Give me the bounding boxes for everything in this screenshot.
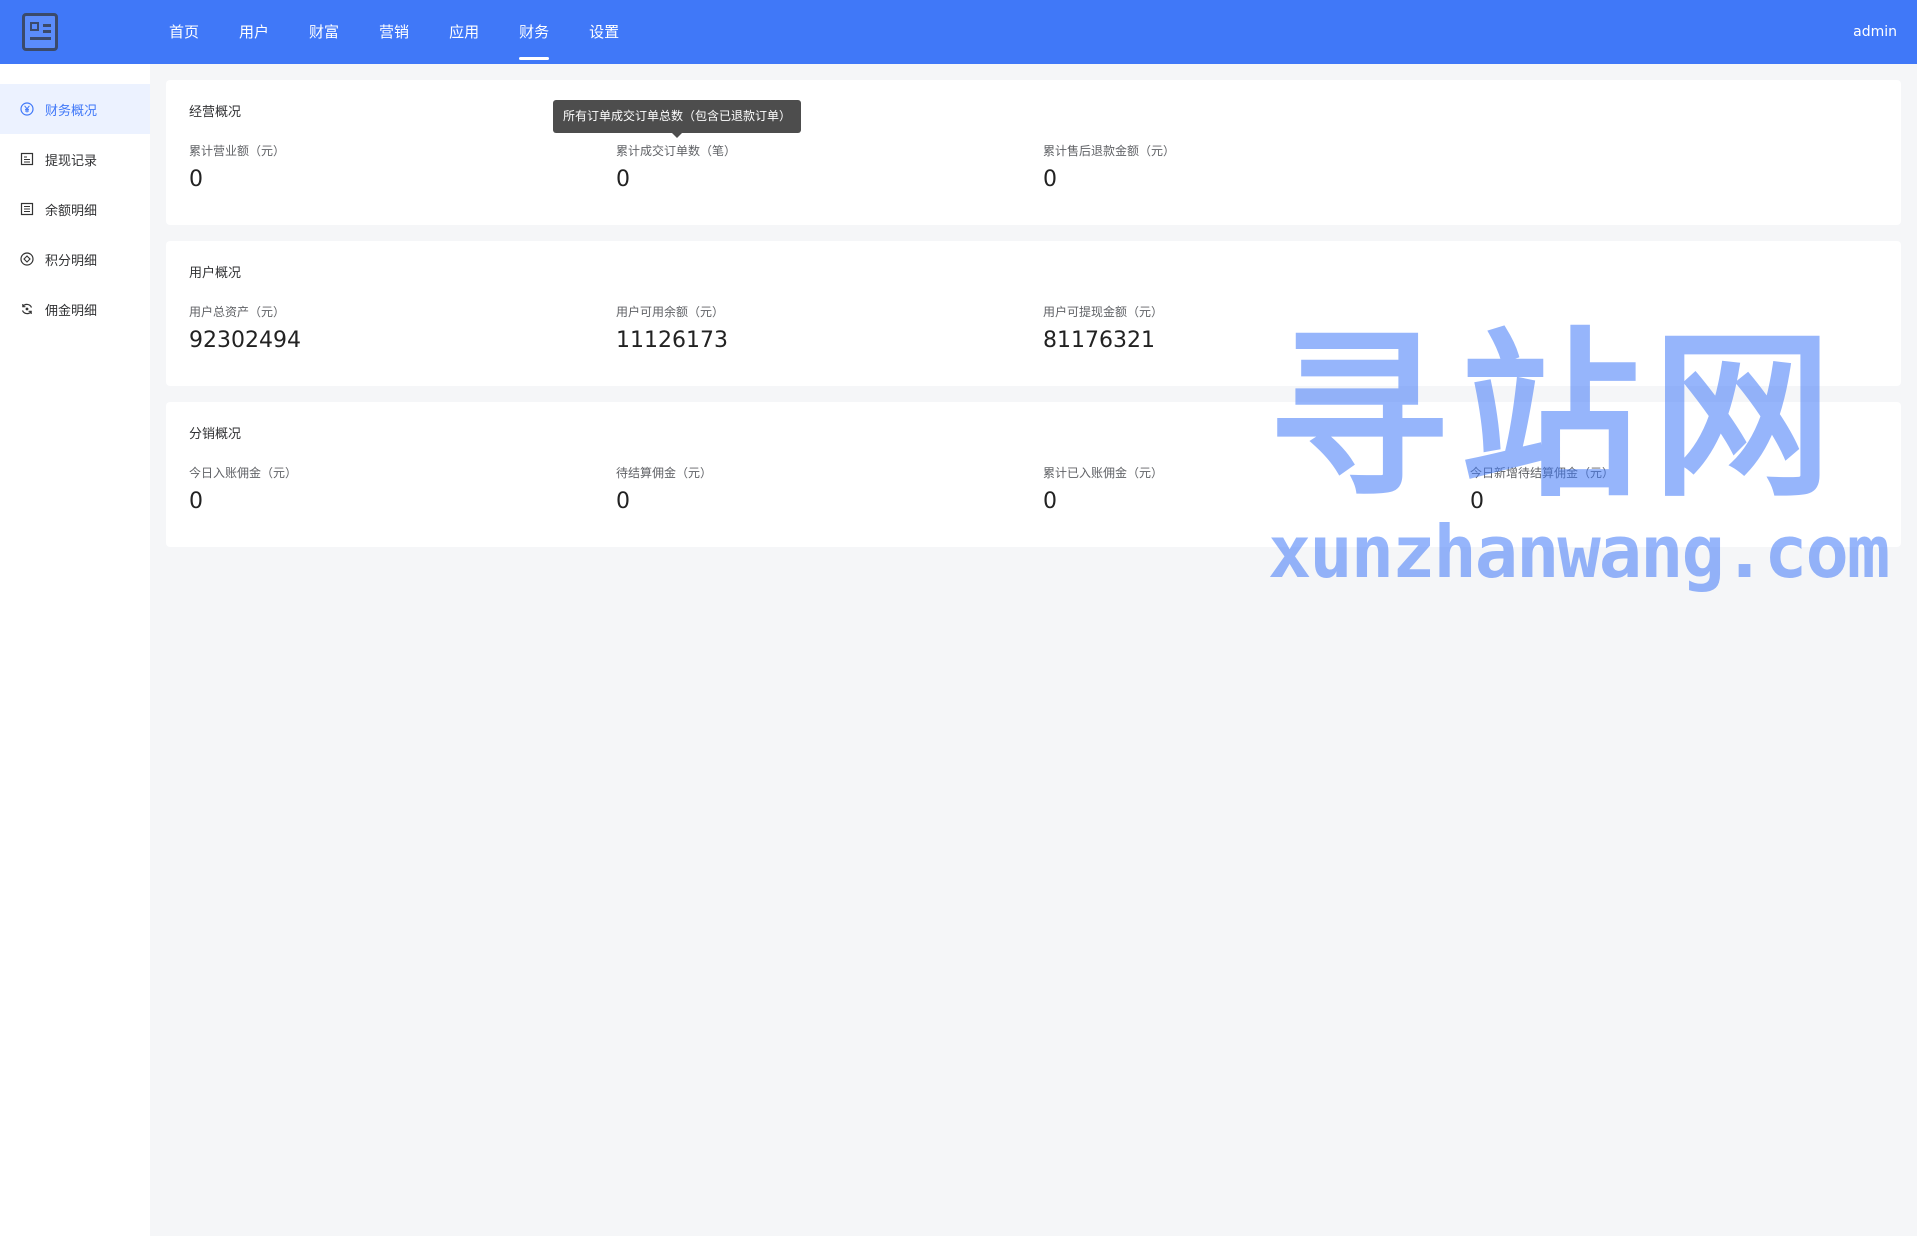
stat-label: 用户可提现金额（元） [1043, 305, 1164, 319]
nav-item-settings[interactable]: 设置 [589, 0, 619, 64]
stat-value: 81176321 [1043, 328, 1155, 353]
sidebar-item-label: 财务概况 [45, 103, 98, 119]
stat-total-orders[interactable]: 累计成交订单数（笔） 0 [616, 143, 736, 193]
stat-total-commission: 累计已入账佣金（元） 0 [1043, 465, 1163, 515]
sidebar: 财务概况 提现记录 余额明细 积分明细 佣金明细 [0, 64, 150, 1236]
card-title: 经营概况 [189, 105, 242, 120]
stat-pending-commission: 待结算佣金（元） 0 [616, 465, 712, 515]
stat-label: 用户总资产（元） [189, 305, 286, 319]
sidebar-item-withdraw-records[interactable]: 提现记录 [0, 134, 150, 184]
stat-value: 0 [1043, 167, 1057, 192]
nav-item-wealth[interactable]: 财富 [309, 0, 339, 64]
stat-label: 累计成交订单数（笔） [616, 144, 737, 158]
sidebar-item-label: 提现记录 [45, 153, 98, 169]
nav-item-apps[interactable]: 应用 [449, 0, 479, 64]
list-icon [20, 202, 34, 216]
sidebar-item-balance-details[interactable]: 余额明细 [0, 184, 150, 234]
stat-value: 0 [616, 167, 630, 192]
user-menu[interactable]: admin [1853, 0, 1897, 64]
stat-label: 累计营业额（元） [189, 144, 286, 158]
stat-value: 11126173 [616, 328, 728, 353]
sidebar-item-finance-overview[interactable]: 财务概况 [0, 84, 150, 134]
stat-label: 累计售后退款金额（元） [1043, 144, 1176, 158]
watermark-cn: 寻站网 [1268, 313, 1845, 522]
order-count-tooltip: 所有订单成交订单总数（包含已退款订单） [553, 100, 802, 138]
sidebar-item-label: 积分明细 [45, 253, 98, 269]
stat-user-withdrawable: 用户可提现金额（元） 81176321 [1043, 304, 1163, 354]
stat-value: 0 [189, 167, 203, 192]
stat-today-commission: 今日入账佣金（元） 0 [189, 465, 297, 515]
stat-value: 0 [189, 489, 203, 514]
points-icon [20, 252, 34, 266]
stat-user-available-balance: 用户可用余额（元） 11126173 [616, 304, 728, 354]
stat-value: 0 [616, 489, 630, 514]
card-title: 用户概况 [189, 266, 242, 281]
stat-label: 今日入账佣金（元） [189, 466, 298, 480]
stat-label: 累计已入账佣金（元） [1043, 466, 1164, 480]
stats-row: 累计营业额（元） 0 累计成交订单数（笔） 0 累计售后退款金额（元） 0 [189, 143, 1878, 223]
sidebar-item-commission-details[interactable]: 佣金明细 [0, 284, 150, 334]
nav-item-home[interactable]: 首页 [169, 0, 199, 64]
nav-item-finance[interactable]: 财务 [519, 0, 550, 64]
stat-total-revenue: 累计营业额（元） 0 [189, 143, 285, 193]
sidebar-item-points-details[interactable]: 积分明细 [0, 234, 150, 284]
stat-value: 92302494 [189, 328, 301, 353]
stat-total-refunds: 累计售后退款金额（元） 0 [1043, 143, 1175, 193]
stat-label: 待结算佣金（元） [616, 466, 713, 480]
main-nav: 首页 用户 财富 营销 应用 财务 设置 [169, 0, 659, 64]
nav-item-users[interactable]: 用户 [239, 0, 269, 64]
business-overview-card: 经营概况 累计营业额（元） 0 累计成交订单数（笔） 0 累计售后退款金额（元）… [166, 80, 1901, 225]
nav-item-marketing[interactable]: 营销 [379, 0, 409, 64]
sidebar-item-label: 余额明细 [45, 203, 98, 219]
logo-icon[interactable] [22, 13, 58, 51]
watermark-en: xunzhanwang.com [1268, 510, 1890, 594]
yen-icon [20, 102, 34, 116]
top-bar: 首页 用户 财富 营销 应用 财务 设置 admin [0, 0, 1917, 64]
sidebar-item-label: 佣金明细 [45, 303, 98, 319]
withdraw-record-icon [20, 152, 34, 166]
refresh-icon [20, 302, 34, 316]
stat-value: 0 [1043, 489, 1057, 514]
stat-user-total-assets: 用户总资产（元） 92302494 [189, 304, 301, 354]
stat-label: 用户可用余额（元） [616, 305, 725, 319]
